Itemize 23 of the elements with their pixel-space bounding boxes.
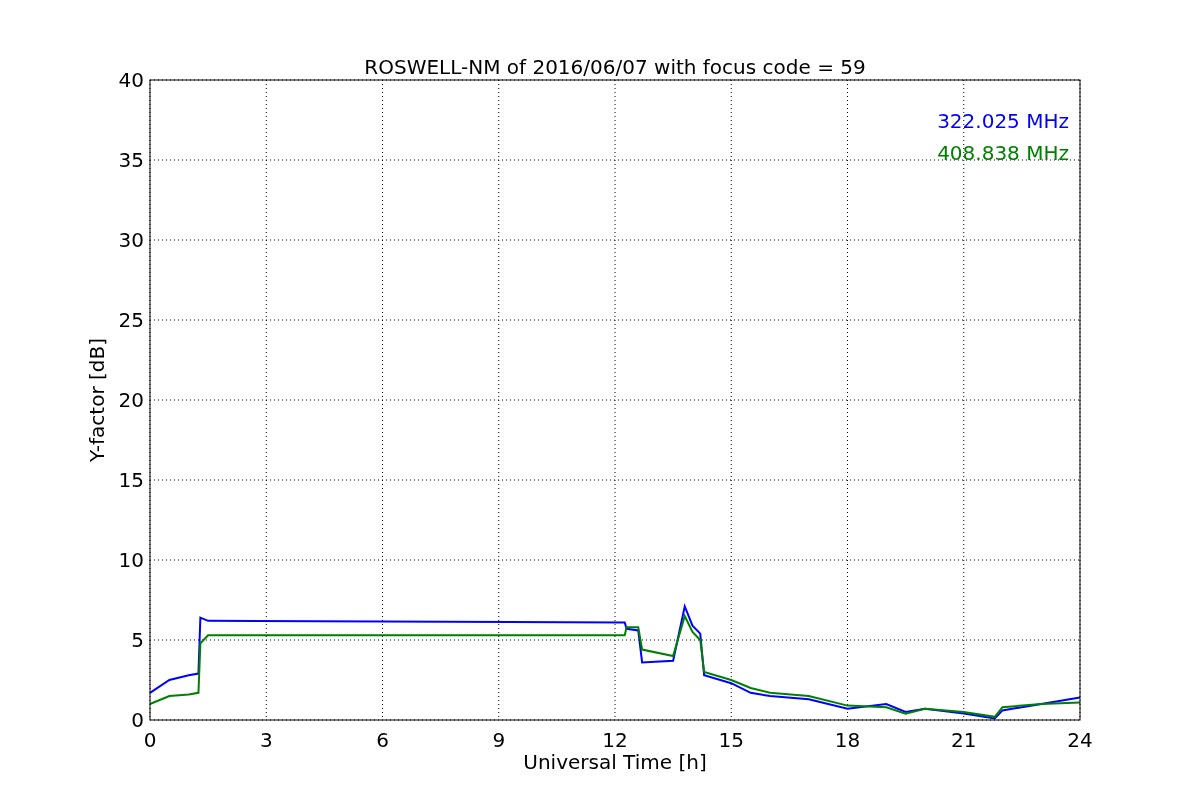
y-tick-label: 35 bbox=[118, 148, 144, 172]
x-tick-label: 18 bbox=[834, 728, 861, 752]
x-tick-label: 12 bbox=[602, 728, 628, 752]
legend-label: 408.838 MHz bbox=[937, 141, 1069, 165]
legend-label: 322.025 MHz bbox=[937, 109, 1069, 133]
y-tick-label: 40 bbox=[118, 68, 144, 92]
y-tick-label: 0 bbox=[131, 708, 144, 732]
x-tick-label: 3 bbox=[259, 728, 273, 752]
x-tick-label: 24 bbox=[1067, 728, 1093, 752]
x-tick-label: 0 bbox=[143, 728, 157, 752]
chart-title: ROSWELL-NM of 2016/06/07 with focus code = 59 bbox=[364, 55, 866, 79]
y-axis-label: Y-factor [dB] bbox=[85, 338, 109, 462]
x-axis-label: Universal Time [h] bbox=[523, 750, 707, 774]
y-tick-label: 30 bbox=[118, 228, 144, 252]
y-tick-label: 25 bbox=[118, 308, 144, 332]
x-tick-label: 15 bbox=[718, 728, 744, 752]
x-tick-label: 6 bbox=[376, 728, 389, 752]
y-tick-label: 10 bbox=[118, 548, 144, 572]
x-tick-label: 21 bbox=[951, 728, 977, 752]
y-tick-label: 5 bbox=[131, 628, 144, 652]
y-tick-label: 20 bbox=[118, 388, 144, 412]
x-tick-label: 9 bbox=[492, 728, 506, 752]
y-tick-label: 15 bbox=[118, 468, 144, 492]
